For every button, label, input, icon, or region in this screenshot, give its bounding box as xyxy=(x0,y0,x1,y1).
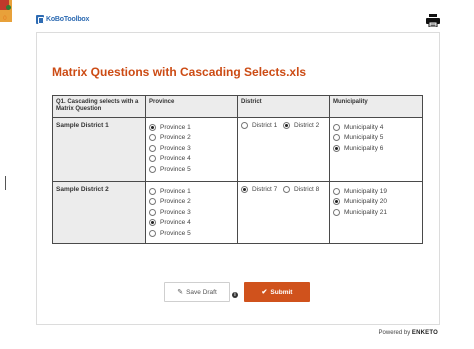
radio-option[interactable]: Province 5 xyxy=(149,228,234,239)
side-counter: 0 xyxy=(3,15,7,22)
radio-button[interactable] xyxy=(149,155,156,163)
radio-option[interactable]: Municipality 21 xyxy=(333,207,419,218)
option-label: Municipality 21 xyxy=(344,208,387,216)
radio-option[interactable]: District 8 xyxy=(282,186,320,193)
row-label: Sample District 1 xyxy=(52,117,146,182)
province-options: Province 1 Province 2 Province 3 Provinc… xyxy=(145,181,238,244)
option-label: Municipality 6 xyxy=(344,144,384,152)
radio-option[interactable]: Province 1 xyxy=(149,122,234,133)
pencil-icon: ✎ xyxy=(177,289,184,296)
district-options: District 7 District 8 xyxy=(237,181,330,244)
option-label: District 7 xyxy=(252,186,278,193)
logo-icon xyxy=(36,15,44,24)
info-icon[interactable]: i xyxy=(232,292,238,298)
check-icon: ✔ xyxy=(261,289,268,296)
radio-button[interactable] xyxy=(149,219,156,227)
print-icon[interactable] xyxy=(426,14,440,27)
submit-label: Submit xyxy=(270,288,293,296)
save-draft-label: Save Draft xyxy=(186,288,217,296)
radio-option[interactable]: Municipality 19 xyxy=(333,186,419,197)
radio-button[interactable] xyxy=(149,165,156,173)
radio-button[interactable] xyxy=(241,122,248,129)
option-label: District 1 xyxy=(252,122,278,129)
radio-button[interactable] xyxy=(333,198,340,206)
option-label: Province 3 xyxy=(160,144,191,152)
option-label: Province 1 xyxy=(160,123,191,131)
option-label: Province 4 xyxy=(160,155,191,163)
radio-button[interactable] xyxy=(333,187,340,195)
option-label: Municipality 5 xyxy=(344,134,384,142)
municipality-column-header: Municipality xyxy=(329,95,423,118)
option-label: Province 1 xyxy=(160,187,191,195)
radio-option[interactable]: District 1 xyxy=(241,122,277,129)
radio-button[interactable] xyxy=(282,186,290,193)
option-label: Municipality 20 xyxy=(344,198,387,206)
option-label: District 2 xyxy=(293,122,320,129)
radio-button[interactable] xyxy=(282,122,290,129)
table-row: Sample District 2 Province 1 Province 2 … xyxy=(52,181,423,244)
municipality-options: Municipality 19 Municipality 20 Municipa… xyxy=(329,181,423,244)
matrix-question-table: Q1. Cascading selects with a Matrix Ques… xyxy=(52,95,423,244)
option-label: Province 2 xyxy=(160,134,191,142)
option-label: Province 5 xyxy=(160,229,191,237)
radio-button[interactable] xyxy=(149,229,156,237)
logo-text: KoBoToolbox xyxy=(46,16,90,23)
radio-option[interactable]: Province 2 xyxy=(149,133,234,144)
province-options: Province 1 Province 2 Province 3 Provinc… xyxy=(145,117,238,182)
radio-button[interactable] xyxy=(333,123,340,131)
radio-option[interactable]: District 2 xyxy=(282,122,320,129)
radio-button[interactable] xyxy=(149,187,156,195)
radio-button[interactable] xyxy=(333,134,340,142)
option-label: Province 3 xyxy=(160,208,191,216)
radio-option[interactable]: Province 3 xyxy=(149,207,234,218)
radio-option[interactable]: Province 1 xyxy=(149,186,234,197)
radio-option[interactable]: Province 4 xyxy=(149,154,234,165)
province-column-header: Province xyxy=(145,95,238,118)
radio-option[interactable]: Municipality 6 xyxy=(333,143,419,154)
option-label: Province 5 xyxy=(160,165,191,173)
form-title: Matrix Questions with Cascading Selects.… xyxy=(52,65,307,79)
option-label: District 8 xyxy=(293,186,320,193)
powered-by-text: Powered by xyxy=(378,330,411,336)
radio-option[interactable]: Municipality 5 xyxy=(333,133,419,144)
radio-button[interactable] xyxy=(333,144,340,152)
option-label: Municipality 4 xyxy=(344,123,384,131)
radio-option[interactable]: Province 5 xyxy=(149,164,234,175)
radio-button[interactable] xyxy=(149,134,156,142)
radio-button[interactable] xyxy=(149,123,156,131)
option-label: Municipality 19 xyxy=(344,187,387,195)
save-draft-button[interactable]: ✎ Save Draft xyxy=(164,282,230,302)
form-header: KoBoToolbox xyxy=(36,12,440,30)
radio-button[interactable] xyxy=(149,208,156,216)
table-row: Sample District 1 Province 1 Province 2 … xyxy=(52,117,423,182)
option-label: Province 4 xyxy=(160,219,191,227)
district-options: District 1 District 2 xyxy=(237,117,330,182)
enketo-brand[interactable]: ENKETO xyxy=(412,330,438,336)
radio-button[interactable] xyxy=(149,198,156,206)
radio-option[interactable]: Municipality 4 xyxy=(333,122,419,133)
district-column-header: District xyxy=(237,95,330,118)
radio-option[interactable]: Province 4 xyxy=(149,218,234,229)
radio-button[interactable] xyxy=(333,208,340,216)
text-cursor xyxy=(5,176,6,190)
row-label: Sample District 2 xyxy=(52,181,146,244)
radio-option[interactable]: Province 2 xyxy=(149,197,234,208)
radio-button[interactable] xyxy=(149,144,156,152)
submit-button[interactable]: ✔ Submit xyxy=(244,282,310,302)
radio-button[interactable] xyxy=(241,186,248,193)
check-badge-icon xyxy=(6,5,11,10)
matrix-question-header: Q1. Cascading selects with a Matrix Ques… xyxy=(52,95,146,118)
radio-option[interactable]: District 7 xyxy=(241,186,277,193)
radio-option[interactable]: Province 3 xyxy=(149,143,234,154)
municipality-options: Municipality 4 Municipality 5 Municipali… xyxy=(329,117,423,182)
option-label: Province 2 xyxy=(160,198,191,206)
logo[interactable]: KoBoToolbox xyxy=(36,15,89,24)
radio-option[interactable]: Municipality 20 xyxy=(333,197,419,208)
powered-by-footer: Powered by ENKETO xyxy=(379,330,438,336)
